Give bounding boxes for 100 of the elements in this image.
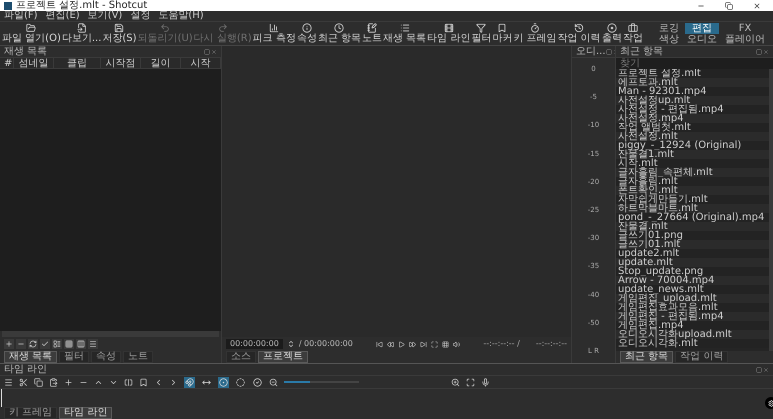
menu-icon[interactable]	[4, 378, 13, 386]
play-icon[interactable]	[398, 340, 406, 348]
tab[interactable]: 소스	[226, 351, 256, 363]
tab[interactable]: 최근 항목	[620, 351, 674, 363]
toolbar-button[interactable]: 타임 라인	[427, 23, 470, 44]
recent-item[interactable]: 하트막블마트.mlt	[616, 204, 769, 213]
toolbar-button[interactable]: 다보기...	[62, 23, 102, 44]
playlist-tool-button[interactable]	[76, 339, 86, 349]
toolbar-button[interactable]: 재생 목록	[383, 23, 426, 44]
fit-icon[interactable]	[466, 378, 475, 386]
tab[interactable]: 작업 이력	[675, 351, 728, 363]
float-icon[interactable]	[756, 366, 762, 372]
toolbar-button[interactable]: 저장(S)	[102, 23, 137, 44]
float-icon[interactable]	[204, 48, 210, 54]
toolbar-button[interactable]: 피크 측정	[252, 23, 296, 44]
playlist-tool-button[interactable]	[64, 339, 74, 349]
bookmark-icon[interactable]	[139, 378, 148, 386]
toolbar-button[interactable]: 출력	[602, 23, 622, 44]
tab[interactable]: 키 프레임	[4, 407, 58, 419]
tab[interactable]: 프로젝트	[258, 351, 308, 363]
playlist-tool-button[interactable]	[88, 339, 98, 349]
workspace-tab[interactable]: 편집	[685, 22, 719, 34]
toggle-button[interactable]	[252, 376, 263, 388]
playlist-tool-button[interactable]	[40, 339, 50, 349]
toolbar-button[interactable]: 키 프레임	[513, 23, 557, 44]
toggle-button[interactable]	[184, 376, 195, 388]
toolbar-button[interactable]: 노트	[362, 23, 382, 44]
recent-item[interactable]: 잔물결1.mlt	[616, 150, 769, 159]
zoom-out-icon[interactable]	[269, 378, 278, 386]
toolbar-button[interactable]: 최근 항목	[318, 23, 361, 44]
menu-item[interactable]: 설정	[130, 11, 150, 21]
tab[interactable]: 재생 목록	[4, 351, 58, 363]
chevron-left-icon[interactable]	[154, 378, 163, 386]
scissors-icon[interactable]	[19, 378, 28, 386]
recent-item[interactable]: 게임편집 - 편집됨.mp4	[616, 312, 769, 321]
workspace-tab[interactable]: 로깅	[657, 22, 681, 34]
column-header[interactable]: #	[0, 58, 14, 68]
fast-forward-icon[interactable]	[409, 340, 416, 348]
timecode-field[interactable]: 00:00:00:00	[226, 339, 283, 349]
workspace-tab[interactable]: 오디오	[685, 34, 719, 44]
skip-forward-icon[interactable]	[420, 340, 428, 348]
recent-item[interactable]: 잔물결.mlt	[616, 222, 769, 231]
horizontal-scrollbar[interactable]	[2, 331, 219, 337]
recent-item[interactable]: 사전설정.mlt	[616, 132, 769, 141]
copy-icon[interactable]	[34, 378, 43, 386]
recent-item[interactable]: 글쓰기01.mlt	[616, 240, 769, 249]
maximize-icon[interactable]	[725, 2, 733, 10]
plus-icon[interactable]	[64, 378, 73, 386]
menu-item[interactable]: 보기(V)	[88, 11, 122, 21]
column-header[interactable]: 시작	[181, 58, 221, 68]
tab[interactable]: 필터	[59, 351, 90, 363]
paste-icon[interactable]	[49, 378, 58, 386]
toggle-button[interactable]	[218, 376, 229, 388]
toolbar-button[interactable]: 파일 열기(O)	[2, 23, 61, 44]
recent-item[interactable]: 에프토과.mlt	[616, 78, 769, 87]
playlist-tool-button[interactable]	[52, 339, 62, 349]
workspace-tab[interactable]: FX	[723, 22, 767, 34]
menu-item[interactable]: 도움말(H)	[158, 11, 204, 21]
close-icon[interactable]	[753, 2, 761, 10]
toolbar-button[interactable]: 마커	[492, 23, 512, 44]
toolbar-button[interactable]: 작업 이력	[558, 23, 601, 44]
toolbar-button[interactable]: 작업	[622, 23, 643, 44]
tab[interactable]: 노트	[123, 351, 154, 363]
recent-item[interactable]: Arrow - 70004.mp4	[616, 276, 769, 285]
toggle-button[interactable]	[235, 376, 246, 388]
menu-item[interactable]: 편집(E)	[46, 11, 80, 21]
split-icon[interactable]	[124, 378, 133, 386]
tab[interactable]: 타임 라인	[59, 407, 112, 419]
zoom-in-icon[interactable]	[451, 378, 460, 386]
recent-item[interactable]: update.mlt	[616, 258, 769, 267]
float-icon[interactable]	[756, 48, 762, 54]
column-header[interactable]: 시작점	[101, 58, 141, 68]
toolbar-button[interactable]: 속성	[296, 23, 317, 44]
playlist-tool-button[interactable]	[28, 339, 38, 349]
recent-item[interactable]: 사전설정up.mlt	[616, 96, 769, 105]
tab[interactable]: 속성	[91, 351, 122, 363]
float-icon[interactable]	[606, 48, 612, 54]
spinner-icon[interactable]	[286, 340, 295, 348]
workspace-tab[interactable]: 색상	[657, 34, 681, 44]
column-header[interactable]: 길이	[141, 58, 181, 68]
recent-item[interactable]: 글자흘림_속편체.mlt	[616, 168, 769, 177]
search-field[interactable]: 찾기	[616, 58, 773, 69]
recent-item[interactable]: 사전설정.mp4	[616, 114, 769, 123]
column-header[interactable]: 클립	[54, 58, 101, 68]
grid-icon[interactable]	[442, 340, 450, 348]
volume-icon[interactable]	[453, 340, 460, 348]
playlist-tool-button[interactable]	[4, 339, 14, 349]
recent-item[interactable]: 게임편집_upload.mlt	[616, 294, 769, 303]
playlist-tool-button[interactable]	[16, 339, 26, 349]
fit-icon[interactable]	[431, 340, 438, 348]
microphone-icon[interactable]	[481, 378, 490, 386]
workspace-tab[interactable]: 플레이어	[723, 34, 767, 44]
rewind-icon[interactable]	[387, 340, 394, 348]
column-header[interactable]: 섬네일	[14, 58, 54, 68]
skip-back-icon[interactable]	[376, 340, 384, 348]
menu-item[interactable]: 파일(F)	[4, 11, 38, 21]
chevron-right-icon[interactable]	[169, 378, 178, 386]
toolbar-button[interactable]: 필터	[471, 23, 492, 44]
recent-item[interactable]: 폰트확인.mlt	[616, 186, 769, 195]
recent-item[interactable]: 오디오시각화upload.mlt	[616, 330, 769, 339]
